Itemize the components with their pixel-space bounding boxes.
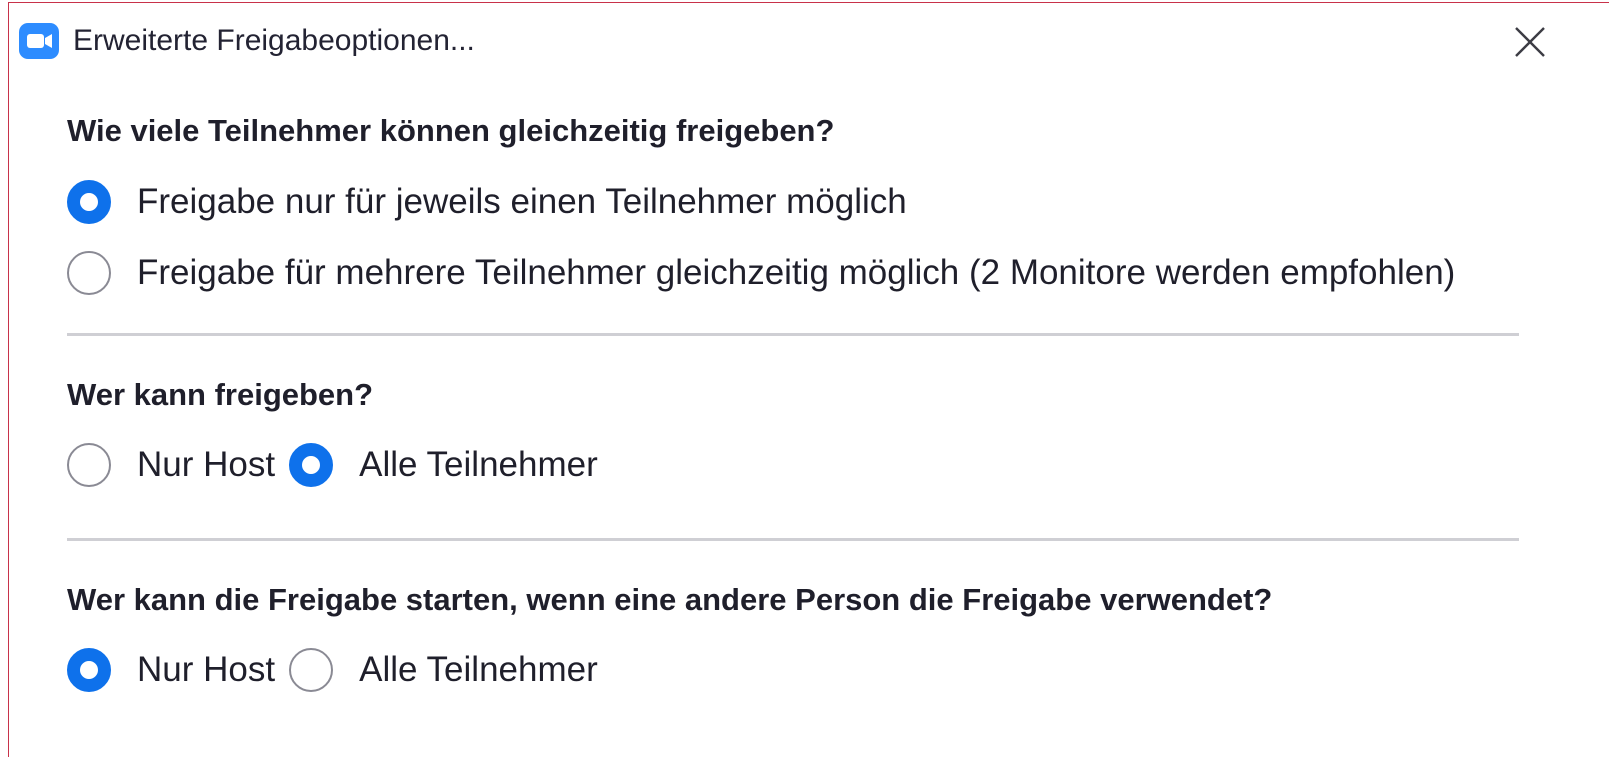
radio-option-all-participants[interactable]: Alle Teilnehmer <box>289 648 612 692</box>
radio-option-all-participants[interactable]: Alle Teilnehmer <box>289 443 612 487</box>
option-row-who-can-share: Nur Host Alle Teilnehmer <box>67 441 612 489</box>
radio-label: Freigabe für mehrere Teilnehmer gleichze… <box>137 253 1456 292</box>
radio-option-host-only[interactable]: Nur Host <box>67 443 289 487</box>
radio-label: Freigabe nur für jeweils einen Teilnehme… <box>137 182 907 221</box>
radio-button-unselected[interactable] <box>289 648 334 692</box>
section-divider <box>67 333 1519 336</box>
radio-label: Alle Teilnehmer <box>359 650 598 689</box>
radio-label: Nur Host <box>137 650 276 689</box>
radio-option-multiple-sharers[interactable]: Freigabe für mehrere Teilnehmer gleichze… <box>67 251 1469 295</box>
radio-label: Nur Host <box>137 445 276 484</box>
radio-option-single-sharer[interactable]: Freigabe nur für jeweils einen Teilnehme… <box>67 180 921 224</box>
video-camera-icon <box>19 23 59 59</box>
radio-option-host-only[interactable]: Nur Host <box>67 648 289 692</box>
option-row-single-sharer: Freigabe nur für jeweils einen Teilnehme… <box>67 178 921 226</box>
section-divider <box>67 538 1519 541</box>
dialog-title: Erweiterte Freigabeoptionen... <box>73 24 475 57</box>
radio-button-selected[interactable] <box>289 443 334 487</box>
radio-label: Alle Teilnehmer <box>359 445 598 484</box>
title-bar: Erweiterte Freigabeoptionen... <box>9 3 1609 79</box>
section-heading-start-while-sharing: Wer kann die Freigabe starten, wenn eine… <box>67 582 1273 617</box>
radio-button-selected[interactable] <box>67 180 111 224</box>
section-heading-concurrent-sharing: Wie viele Teilnehmer können gleichzeitig… <box>67 113 835 148</box>
radio-button-unselected[interactable] <box>67 443 111 487</box>
option-row-start-while-sharing: Nur Host Alle Teilnehmer <box>67 646 612 694</box>
option-row-multiple-sharers: Freigabe für mehrere Teilnehmer gleichze… <box>67 249 1519 297</box>
radio-button-unselected[interactable] <box>67 251 111 295</box>
section-heading-who-can-share: Wer kann freigeben? <box>67 377 374 412</box>
sharing-options-dialog: Erweiterte Freigabeoptionen... Wie viele… <box>8 2 1609 757</box>
radio-button-selected[interactable] <box>67 648 111 692</box>
close-icon[interactable] <box>1509 21 1551 63</box>
